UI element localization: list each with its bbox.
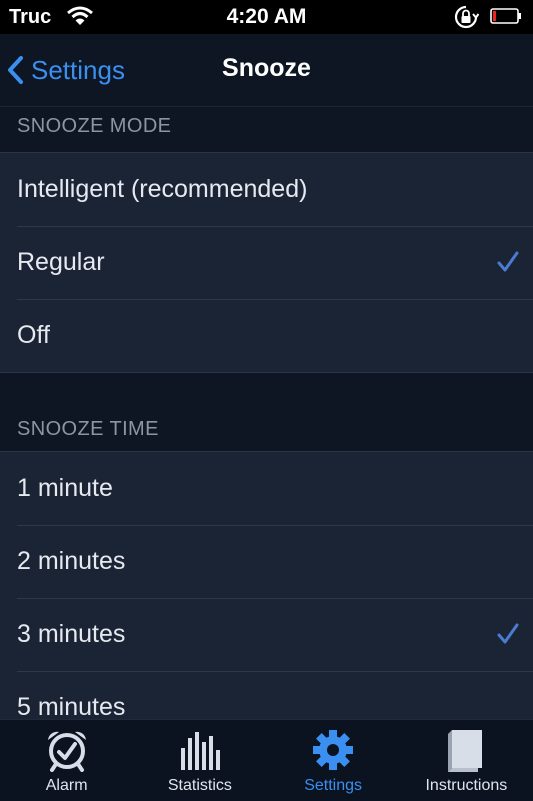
- option-label: Regular: [17, 248, 105, 276]
- option-label: 1 minute: [17, 474, 113, 502]
- option-5-minutes[interactable]: 5 minutes: [0, 671, 533, 719]
- alarm-clock-icon: [47, 731, 86, 772]
- section-header-snooze-time: SNOOZE TIME: [0, 373, 533, 452]
- option-regular[interactable]: Regular: [0, 226, 533, 299]
- navigation-bar: Settings Snooze: [0, 34, 533, 107]
- snooze-time-group: 1 minute 2 minutes 3 minutes 5 minutes: [0, 452, 533, 719]
- tab-instructions[interactable]: Instructions: [400, 720, 533, 801]
- tab-settings[interactable]: Settings: [267, 720, 400, 801]
- section-header-snooze-mode: SNOOZE MODE: [0, 107, 533, 153]
- tab-label: Settings: [304, 777, 363, 794]
- settings-list[interactable]: SNOOZE MODE Intelligent (recommended) Re…: [0, 107, 533, 719]
- book-icon: [448, 730, 483, 772]
- checkmark-icon: [497, 251, 519, 272]
- option-label: 3 minutes: [17, 620, 126, 648]
- battery-icon: [490, 8, 521, 24]
- option-3-minutes[interactable]: 3 minutes: [0, 598, 533, 671]
- tab-label: Alarm: [45, 777, 88, 794]
- option-label: Intelligent (recommended): [17, 175, 308, 203]
- tab-label: Statistics: [167, 777, 232, 794]
- gear-icon: [313, 730, 354, 770]
- snooze-mode-group: Intelligent (recommended) Regular Off: [0, 153, 533, 373]
- tab-label: Instructions: [425, 777, 508, 794]
- option-2-minutes[interactable]: 2 minutes: [0, 525, 533, 598]
- tab-alarm[interactable]: Alarm: [0, 720, 133, 801]
- option-off[interactable]: Off: [0, 299, 533, 372]
- tab-bar: Alarm Statistics Settings Instructions: [0, 719, 533, 801]
- option-label: 5 minutes: [17, 693, 126, 719]
- checkmark-icon: [497, 623, 519, 644]
- option-label: Off: [17, 321, 50, 349]
- option-intelligent[interactable]: Intelligent (recommended): [0, 153, 533, 226]
- tab-statistics[interactable]: Statistics: [133, 720, 266, 801]
- option-label: 2 minutes: [17, 547, 126, 575]
- bar-chart-icon: [180, 732, 220, 770]
- page-title: Snooze: [222, 54, 311, 82]
- rotation-lock-icon: [454, 5, 479, 29]
- option-1-minute[interactable]: 1 minute: [0, 452, 533, 525]
- status-bar: Truc 4:20 AM: [0, 0, 533, 34]
